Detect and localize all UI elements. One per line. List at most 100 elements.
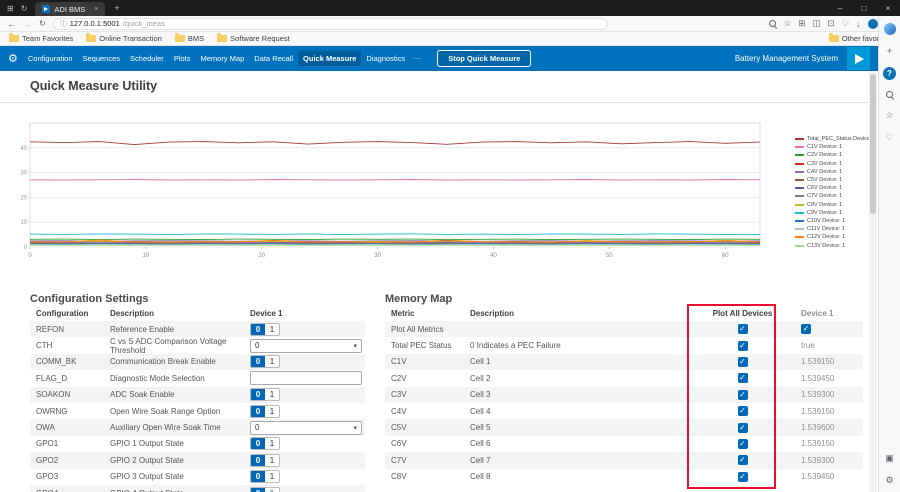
device1-checkbox[interactable]: ✓ [801,324,811,334]
toggle-01[interactable]: 01 [250,487,280,492]
legend-item[interactable]: C11V Device: 1 [795,225,867,233]
toggle-01[interactable]: 01 [250,454,280,467]
nav-item-diagnostics[interactable]: Diagnostics [361,51,410,66]
plot-all-checkbox[interactable]: ✓ [738,390,748,400]
extensions-icon[interactable]: ⊡ [828,18,835,29]
nav-item-memory-map[interactable]: Memory Map [196,51,250,66]
help-icon[interactable]: ? [883,67,896,80]
plot-all-checkbox[interactable]: ✓ [738,373,748,383]
sidebar-favorites-icon[interactable]: ☆ [885,110,893,121]
collections-icon[interactable]: ⊞ [798,18,805,29]
search-icon[interactable] [769,20,777,28]
plot-all-checkbox[interactable]: ✓ [738,324,748,334]
legend-item[interactable]: C2V Device: 1 [795,151,867,159]
toggle-01[interactable]: 01 [250,323,280,336]
plot-all-checkbox[interactable]: ✓ [738,341,748,351]
legend-item[interactable]: C4V Device: 1 [795,168,867,176]
essentials-icon[interactable]: ♡ [842,18,850,29]
legend-item[interactable]: C9V Device: 1 [795,209,867,217]
legend-item[interactable]: C5V Device: 1 [795,176,867,184]
toggle-option-0[interactable]: 0 [251,389,265,400]
back-button[interactable]: ← [7,19,16,29]
legend-item[interactable]: C3V Device: 1 [795,160,867,168]
nav-overflow-icon[interactable]: ⋯ [413,54,422,63]
favorites-star-icon[interactable]: ☆ [784,18,792,29]
tab-actions-icon[interactable]: ⊞ [7,4,14,13]
line-chart[interactable]: 0102030400102030405060 [0,111,790,271]
plot-all-checkbox[interactable]: ✓ [738,423,748,433]
toggle-option-0[interactable]: 0 [251,356,265,367]
toggle-01[interactable]: 01 [250,437,280,450]
toggle-option-0[interactable]: 0 [251,488,265,492]
toggle-01[interactable]: 01 [250,405,280,418]
sidebar-settings-gear-icon[interactable]: ⚙ [885,475,893,486]
legend-item[interactable]: C12V Device: 1 [795,233,867,241]
toggle-option-1[interactable]: 1 [265,389,279,400]
toggle-option-1[interactable]: 1 [265,406,279,417]
maximize-button[interactable]: □ [852,0,876,16]
toggle-option-1[interactable]: 1 [265,455,279,466]
new-tab-button[interactable]: + [114,3,119,13]
sidebar-essentials-icon[interactable]: ♡ [885,132,893,143]
plot-all-checkbox[interactable]: ✓ [738,472,748,482]
nav-item-sequences[interactable]: Sequences [78,51,126,66]
nav-item-plots[interactable]: Plots [169,51,196,66]
tab-close-icon[interactable]: × [94,6,98,13]
toggle-option-1[interactable]: 1 [265,356,279,367]
page-scrollbar[interactable] [869,71,877,492]
toggle-option-1[interactable]: 1 [265,488,279,492]
plot-area[interactable] [30,123,760,247]
plot-all-checkbox[interactable]: ✓ [738,406,748,416]
browser-tab[interactable]: ADI BMS × [35,2,105,16]
bookmark-item[interactable]: BMS [175,34,204,43]
legend-item[interactable]: Total_PEC_Status Device: 1 [795,135,867,143]
split-screen-icon[interactable]: ◫ [812,18,820,29]
config-select[interactable]: 0▾ [250,421,362,435]
bookmark-item[interactable]: Online Transaction [86,34,162,43]
sidebar-search-icon[interactable] [886,91,894,99]
legend-item[interactable]: C10V Device: 1 [795,217,867,225]
config-input[interactable] [250,371,362,385]
toggle-option-1[interactable]: 1 [265,324,279,335]
legend-item[interactable]: C13V Device: 1 [795,241,867,249]
config-select[interactable]: 0▾ [250,339,362,353]
minimize-button[interactable]: – [828,0,852,16]
plot-all-checkbox[interactable]: ✓ [738,357,748,367]
legend-item[interactable]: C1V Device: 1 [795,143,867,151]
legend-item[interactable]: C6V Device: 1 [795,184,867,192]
close-button[interactable]: × [876,0,900,16]
scrollbar-thumb[interactable] [870,74,876,214]
toggle-option-0[interactable]: 0 [251,438,265,449]
stop-quick-measure-button[interactable]: Stop Quick Measure [437,50,531,67]
page-info-icon[interactable]: ⓘ [60,19,67,29]
gear-icon[interactable]: ⚙ [8,52,18,65]
toggle-01[interactable]: 01 [250,388,280,401]
nav-item-scheduler[interactable]: Scheduler [125,51,169,66]
copilot-icon[interactable] [884,23,896,35]
plot-all-checkbox[interactable]: ✓ [738,455,748,465]
profile-avatar[interactable] [868,19,878,29]
address-bar[interactable]: ⓘ 127.0.0.1:5001 /quick_meas [53,18,608,30]
downloads-icon[interactable]: ↓ [856,19,860,29]
toggle-option-1[interactable]: 1 [265,471,279,482]
nav-item-quick-measure[interactable]: Quick Measure [298,51,361,66]
toggle-01[interactable]: 01 [250,470,280,483]
toggle-option-0[interactable]: 0 [251,406,265,417]
workspaces-icon[interactable]: ↻ [21,4,28,13]
toggle-option-1[interactable]: 1 [265,438,279,449]
bookmark-item[interactable]: Software Request [217,34,290,43]
bookmark-item[interactable]: Team Favorites [9,34,73,43]
sidebar-add-icon[interactable]: + [887,46,892,56]
nav-item-configuration[interactable]: Configuration [23,51,78,66]
toggle-01[interactable]: 01 [250,355,280,368]
sidebar-tools-icon[interactable]: ▣ [885,453,894,464]
nav-item-data-recall[interactable]: Data Recall [249,51,298,66]
plot-all-checkbox[interactable]: ✓ [738,439,748,449]
toggle-option-0[interactable]: 0 [251,471,265,482]
forward-button[interactable]: → [23,19,32,29]
legend-item[interactable]: C7V Device: 1 [795,192,867,200]
legend-item[interactable]: C8V Device: 1 [795,201,867,209]
toggle-option-0[interactable]: 0 [251,455,265,466]
toggle-option-0[interactable]: 0 [251,324,265,335]
refresh-button[interactable]: ↻ [39,19,46,28]
